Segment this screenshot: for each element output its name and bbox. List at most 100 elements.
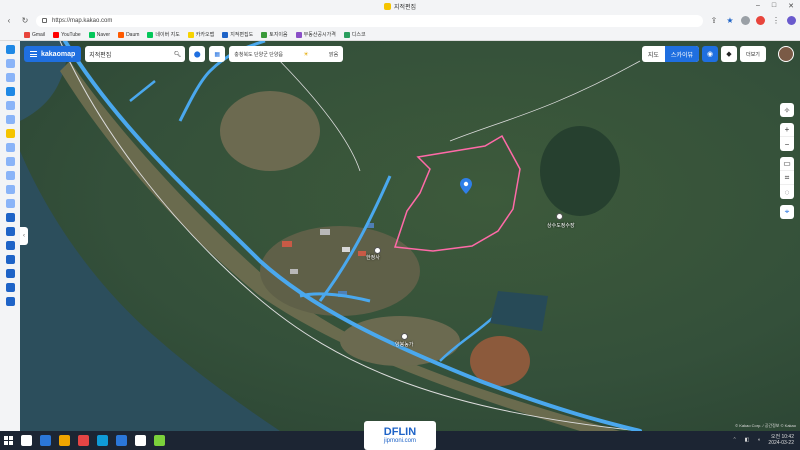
current-address-panel[interactable]: 충청북도 단양군 단양읍 ☀ 맑음: [229, 46, 344, 62]
chevron-up-icon[interactable]: ⌃: [732, 437, 736, 443]
tool-controls: ▭ ⌗ ◌: [780, 157, 794, 199]
layers-button[interactable]: ◆: [721, 46, 737, 62]
compass-button[interactable]: ✧: [780, 103, 794, 117]
taskbar-app-icon[interactable]: [59, 435, 70, 446]
bookmark-star-icon[interactable]: ★: [725, 16, 735, 26]
clock[interactable]: 오전 10:42 2024-03-22: [768, 434, 794, 446]
volume-icon[interactable]: ◖: [757, 437, 760, 443]
place-label[interactable]: 한정사: [366, 254, 380, 261]
my-location-button[interactable]: ⌖: [780, 205, 794, 219]
sidebar-app-icon[interactable]: [5, 73, 15, 82]
grid-icon: ▦: [214, 51, 221, 58]
more-button[interactable]: 더보기: [740, 46, 766, 62]
search-icon[interactable]: 🔍︎: [174, 51, 182, 58]
sidebar-app-icon[interactable]: [5, 157, 15, 166]
place-pin-icon[interactable]: [374, 247, 381, 254]
user-avatar[interactable]: [778, 46, 794, 62]
share-icon[interactable]: ⇪: [709, 16, 719, 26]
radius-tool-button[interactable]: ◌: [780, 185, 794, 199]
sidebar-app-icon[interactable]: [5, 59, 15, 68]
sidebar-app-icon[interactable]: [5, 199, 15, 208]
taskbar-app-icon[interactable]: [154, 435, 165, 446]
place-pin-icon[interactable]: [401, 333, 408, 340]
bookmark-item[interactable]: 부동산공시가격: [295, 31, 336, 38]
bookmark-item[interactable]: Daum: [118, 31, 140, 38]
window-controls: – □ ✕: [756, 2, 794, 10]
bookmark-favicon-icon: [295, 31, 302, 38]
taskbar-app-icon[interactable]: [135, 435, 146, 446]
map-type-skyview-button[interactable]: 스카이뷰: [664, 46, 699, 62]
bookmark-label: Daum: [126, 31, 140, 38]
maximize-icon[interactable]: □: [772, 2, 776, 10]
bookmark-label: 디스코: [351, 32, 366, 38]
sidebar-app-icon[interactable]: [5, 143, 15, 152]
area-tool-button[interactable]: ⌗: [780, 171, 794, 185]
my-location-group: ⌖: [780, 205, 794, 219]
bookmark-item[interactable]: 디스코: [343, 31, 366, 38]
sidebar-app-icon[interactable]: [5, 129, 15, 138]
profile-icon[interactable]: [741, 16, 750, 25]
sidebar-app-icon[interactable]: [5, 227, 15, 236]
bookmark-favicon-icon: [53, 31, 60, 38]
zoom-in-button[interactable]: +: [780, 123, 794, 137]
zoom-out-button[interactable]: −: [780, 137, 794, 151]
sidebar-app-icon[interactable]: [5, 241, 15, 250]
search-input[interactable]: 지적편집 🔍︎: [85, 46, 186, 62]
bookmark-item[interactable]: 지적편집도: [222, 31, 253, 38]
watermark: DFLIN jipmoni.com: [364, 421, 436, 450]
bookmark-item[interactable]: 토지이음: [261, 31, 288, 38]
collapse-panel-tab[interactable]: ‹: [20, 227, 28, 245]
sidebar-app-icon[interactable]: [5, 255, 15, 264]
clock-date: 2024-03-22: [768, 440, 794, 446]
reload-icon[interactable]: ↻: [20, 16, 30, 26]
sidebar-app-icon[interactable]: [5, 87, 15, 96]
sidebar-app-icon[interactable]: [5, 185, 15, 194]
roadview-button[interactable]: ◉: [702, 46, 718, 62]
sidebar-app-icon[interactable]: [5, 115, 15, 124]
windows-start-icon[interactable]: [4, 436, 13, 445]
sidebar-app-icon[interactable]: [5, 101, 15, 110]
layer-toggle-button[interactable]: ▦: [209, 46, 226, 62]
bookmark-label: 카카오맵: [195, 32, 215, 38]
url-field[interactable]: https://map.kakao.com: [36, 14, 703, 27]
taskbar-app-icon[interactable]: [21, 435, 32, 446]
map-type-map-button[interactable]: 지도: [642, 46, 665, 62]
sidebar-app-icon[interactable]: [5, 213, 15, 222]
radius-icon: ◌: [784, 187, 790, 197]
sidebar-app-icon[interactable]: [5, 283, 15, 292]
place-label[interactable]: 상수도정수장: [547, 222, 575, 229]
bookmark-item[interactable]: Gmail: [24, 31, 45, 38]
sidebar-app-icon[interactable]: [5, 45, 15, 54]
bookmark-label: Naver: [96, 31, 111, 38]
bookmark-item[interactable]: Naver: [88, 31, 111, 38]
menu-icon[interactable]: ⋮: [771, 16, 781, 26]
distance-tool-button[interactable]: ▭: [780, 157, 794, 171]
map-view[interactable]: kakaomap 지적편집 🔍︎ ⬤ ▦ 충청북도 단양군 단양읍 ☀ 맑음 지…: [20, 41, 800, 431]
place-pin-icon[interactable]: [556, 213, 563, 220]
kakaomap-menu-button[interactable]: kakaomap: [24, 46, 82, 62]
location-pin-button[interactable]: ⬤: [189, 46, 206, 62]
place-label[interactable]: 양봉농가: [395, 341, 413, 348]
taskbar-app-icon[interactable]: [40, 435, 51, 446]
taskbar-app-icon[interactable]: [78, 435, 89, 446]
selected-location-marker-icon[interactable]: [460, 178, 472, 194]
sidebar-app-icon[interactable]: [5, 269, 15, 278]
address-bar: ‹ ↻ https://map.kakao.com ⇪ ★ ⋮: [0, 12, 800, 29]
sidebar-app-icon[interactable]: [5, 171, 15, 180]
bookmark-item[interactable]: YouTube: [53, 31, 81, 38]
area-icon: ⌗: [784, 172, 790, 182]
close-icon[interactable]: ✕: [788, 2, 794, 10]
sidebar-app-icon[interactable]: [5, 297, 15, 306]
taskbar-app-icon[interactable]: [97, 435, 108, 446]
bookmark-item[interactable]: 카카오맵: [187, 31, 215, 38]
network-icon[interactable]: ◧: [745, 437, 750, 443]
watermark-logo: DFLIN: [383, 426, 417, 438]
copilot-icon[interactable]: [787, 16, 796, 25]
plus-icon: +: [784, 125, 790, 134]
bookmark-item[interactable]: 네이버 지도: [147, 31, 180, 38]
extension-icon[interactable]: [756, 16, 765, 25]
bookmark-favicon-icon: [261, 31, 268, 38]
taskbar-app-icon[interactable]: [116, 435, 127, 446]
back-icon[interactable]: ‹: [4, 16, 14, 26]
minimize-icon[interactable]: –: [756, 2, 760, 10]
